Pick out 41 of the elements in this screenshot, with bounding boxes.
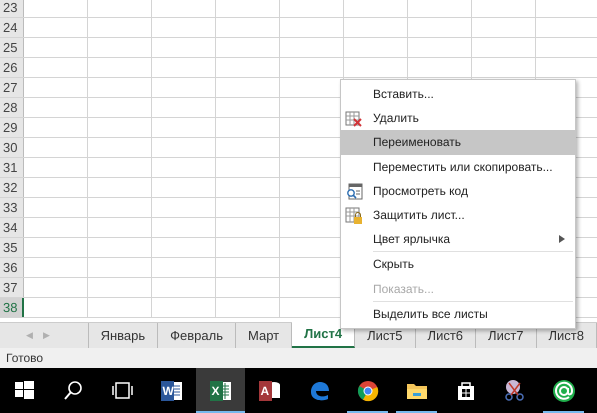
row-number[interactable]: 37 — [0, 278, 24, 297]
row-number[interactable]: 26 — [0, 58, 24, 77]
row-number[interactable]: 31 — [0, 158, 24, 177]
view-code-icon — [345, 182, 363, 201]
browser-icon — [356, 378, 380, 402]
row-number[interactable]: 27 — [0, 78, 24, 97]
app-letter: W — [162, 384, 174, 398]
at-sign-icon — [552, 378, 576, 402]
menu-item[interactable]: Просмотреть код — [341, 178, 575, 203]
row-number[interactable]: 38 — [0, 298, 24, 317]
row-number[interactable]: 23 — [0, 0, 24, 17]
access-icon — [258, 378, 282, 402]
row-number[interactable]: 24 — [0, 18, 24, 37]
menu-item[interactable]: Переместить или скопировать... — [341, 154, 575, 179]
row-number[interactable]: 35 — [0, 238, 24, 257]
row-number[interactable]: 33 — [0, 198, 24, 217]
app-letter: A — [260, 384, 270, 398]
menu-item[interactable]: Удалить — [341, 106, 575, 130]
row-number[interactable]: 34 — [0, 218, 24, 237]
word-icon — [160, 378, 184, 402]
taskbar-button[interactable]: A — [245, 368, 294, 413]
app-letter: X — [212, 384, 220, 398]
row-number[interactable]: 25 — [0, 38, 24, 57]
menu-item[interactable]: Переименовать — [341, 130, 575, 155]
row-number[interactable]: 30 — [0, 138, 24, 157]
menu-item[interactable]: Вставить... — [341, 82, 575, 106]
menu-item[interactable]: Цвет ярлычка — [341, 227, 575, 252]
row-number[interactable]: 36 — [0, 258, 24, 277]
lock-sheet-icon — [345, 206, 363, 225]
status-text: Готово — [0, 348, 597, 368]
sheet-tab[interactable]: Лист4 — [292, 322, 356, 348]
row-number[interactable]: 28 — [0, 98, 24, 117]
excel-icon — [208, 378, 232, 402]
row-number[interactable]: 32 — [0, 178, 24, 197]
scissors-icon — [502, 378, 526, 402]
menu-item[interactable]: Защитить лист... — [341, 202, 575, 228]
taskbar-button[interactable]: W — [147, 368, 196, 413]
delete-sheet-icon — [345, 110, 363, 128]
taskbar-button[interactable]: X — [196, 368, 245, 413]
menu-item[interactable]: Скрыть — [341, 252, 575, 276]
row-number[interactable]: 29 — [0, 118, 24, 137]
